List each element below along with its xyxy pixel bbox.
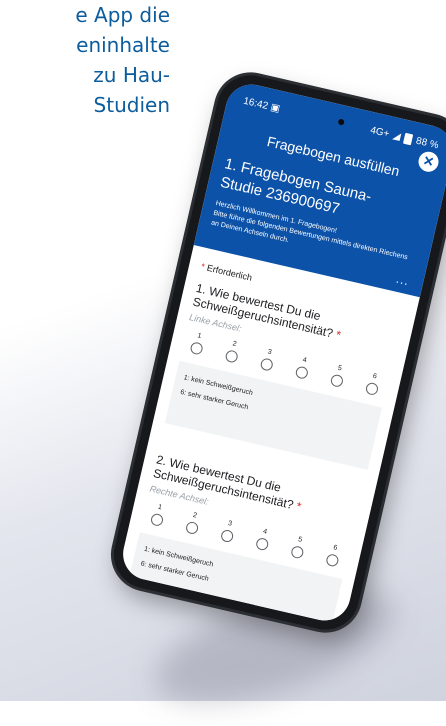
radio-button[interactable]	[255, 536, 270, 552]
radio-button[interactable]	[294, 365, 310, 380]
rating-option[interactable]: 6	[359, 371, 387, 398]
rating-option[interactable]: 3	[254, 346, 282, 373]
option-label: 4	[262, 528, 268, 536]
caption-line: eninhalte	[76, 33, 170, 57]
option-label: 4	[301, 356, 308, 365]
required-label: Erforderlich	[205, 262, 254, 283]
option-label: 5	[337, 364, 343, 373]
form-body: * Erforderlich 1. Wie bewertest Du die S…	[118, 245, 420, 626]
option-label: 2	[231, 340, 238, 349]
required-star: *	[294, 499, 303, 514]
phone-screen: 16:42 ▣ 4G+ ◢ 88 % Fragebogen ausfüllen …	[117, 79, 446, 626]
caption-line: zu Hau-	[93, 63, 170, 87]
rating-option[interactable]: 1	[184, 330, 212, 357]
phone-frame: 16:42 ▣ 4G+ ◢ 88 % Fragebogen ausfüllen …	[107, 68, 446, 637]
status-time: 16:42	[242, 95, 270, 112]
option-label: 1	[196, 332, 203, 341]
radio-button[interactable]	[290, 545, 305, 560]
more-options-icon[interactable]: ...	[395, 272, 411, 289]
radio-button[interactable]	[184, 520, 200, 536]
radio-button[interactable]	[329, 373, 345, 388]
radio-button[interactable]	[149, 512, 165, 528]
radio-button[interactable]	[189, 341, 204, 356]
battery-level: 88 %	[414, 135, 440, 151]
option-label: 2	[192, 511, 198, 520]
rating-option[interactable]: 2	[179, 510, 207, 537]
rating-option[interactable]: 4	[289, 354, 317, 381]
network-label: 4G+	[369, 124, 391, 140]
option-label: 6	[332, 544, 338, 552]
rating-option[interactable]: 2	[219, 338, 247, 365]
signal-icon: ◢	[391, 129, 402, 143]
radio-button[interactable]	[224, 349, 239, 364]
radio-button[interactable]	[219, 528, 235, 544]
option-label: 6	[372, 372, 378, 381]
battery-icon	[403, 132, 414, 145]
caption-line: e App die	[75, 3, 170, 27]
required-star: *	[334, 327, 343, 343]
rating-option[interactable]: 1	[144, 502, 172, 529]
radio-button[interactable]	[364, 381, 380, 397]
option-label: 5	[297, 536, 303, 544]
radio-button[interactable]	[259, 357, 274, 372]
required-star: *	[200, 261, 206, 272]
rating-option[interactable]: 4	[249, 526, 277, 553]
rating-option[interactable]: 5	[324, 362, 352, 389]
option-label: 3	[227, 519, 233, 528]
sim-icon: ▣	[269, 101, 282, 115]
rating-option[interactable]: 6	[319, 542, 347, 569]
caption-text: e App die eninhalte zu Hau- Studien	[0, 0, 170, 120]
radio-button[interactable]	[325, 553, 340, 568]
option-label: 1	[157, 503, 163, 512]
caption-line: Studien	[93, 93, 170, 117]
rating-option[interactable]: 3	[214, 518, 242, 545]
rating-option[interactable]: 5	[284, 534, 312, 561]
option-label: 3	[266, 348, 273, 357]
